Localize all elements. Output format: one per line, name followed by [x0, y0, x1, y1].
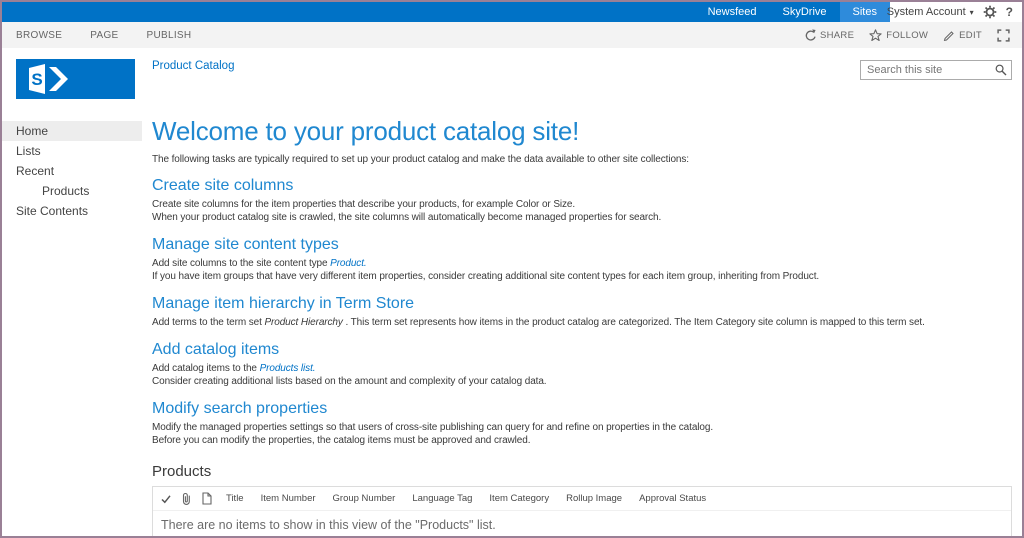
plain-text: . This term set represents how items in …	[342, 317, 925, 328]
column-header-title[interactable]: Title	[226, 493, 244, 504]
follow-label: FOLLOW	[886, 29, 929, 41]
section-line: Add catalog items to the Products list.	[152, 362, 1012, 375]
column-header-group-number[interactable]: Group Number	[333, 493, 396, 504]
edit-label: EDIT	[959, 29, 982, 41]
check-icon[interactable]	[161, 494, 171, 504]
emphasized-text: Product Hierarchy	[264, 317, 343, 328]
suite-bar: Newsfeed SkyDrive Sites System Account ▾	[2, 2, 1022, 22]
tab-browse[interactable]: BROWSE	[2, 30, 76, 41]
paperclip-icon[interactable]	[182, 492, 191, 505]
content-top-row: Product Catalog	[152, 60, 1012, 80]
column-header-language-tag[interactable]: Language Tag	[412, 493, 472, 504]
pencil-icon	[943, 29, 955, 41]
breadcrumb[interactable]: Product Catalog	[152, 60, 234, 72]
intro-text: The following tasks are typically requir…	[152, 154, 689, 165]
task-section: Manage site content types Add site column…	[152, 236, 1012, 283]
plain-text: Add terms to the term set	[152, 317, 265, 328]
suite-link-skydrive[interactable]: SkyDrive	[770, 2, 840, 22]
plain-text: When your product catalog site is crawle…	[152, 212, 662, 223]
task-section: Add catalog items Add catalog items to th…	[152, 341, 1012, 388]
account-name: System Account	[886, 6, 966, 18]
task-section: Create site columns Create site columns f…	[152, 177, 1012, 224]
tab-page[interactable]: PAGE	[76, 30, 132, 41]
task-section: Modify search properties Modify the manag…	[152, 400, 1012, 447]
share-label: SHARE	[820, 29, 855, 41]
section-line: Add terms to the term set Product Hierar…	[152, 316, 1012, 329]
sharepoint-window: Newsfeed SkyDrive Sites System Account ▾	[0, 0, 1024, 538]
section-heading-link[interactable]: Modify search properties	[152, 400, 1012, 418]
ribbon-actions: SHARE FOLLOW EDIT	[803, 28, 1022, 42]
suite-link-newsfeed[interactable]: Newsfeed	[695, 2, 770, 22]
sharepoint-logo[interactable]: S	[16, 59, 135, 99]
section-line: When your product catalog site is crawle…	[152, 211, 1012, 224]
edit-button[interactable]: EDIT	[943, 29, 982, 41]
follow-button[interactable]: FOLLOW	[869, 28, 929, 42]
column-header-rollup-image[interactable]: Rollup Image	[566, 493, 622, 504]
search-icon[interactable]	[995, 64, 1007, 76]
sidebar-item-home[interactable]: Home	[2, 121, 142, 141]
section-heading-link[interactable]: Add catalog items	[152, 341, 1012, 359]
sidebar: S Home Lists Recent Products Site Conten…	[2, 48, 142, 536]
plain-text: Consider creating additional lists based…	[152, 376, 547, 387]
ribbon-bar: BROWSE PAGE PUBLISH SHARE FOLLOW EDIT	[2, 22, 1022, 48]
tab-publish[interactable]: PUBLISH	[133, 30, 206, 41]
gear-icon[interactable]	[983, 5, 997, 19]
column-header-item-number[interactable]: Item Number	[261, 493, 316, 504]
site-search	[860, 60, 1012, 80]
share-icon	[803, 28, 816, 42]
share-button[interactable]: SHARE	[803, 28, 855, 42]
section-heading-link[interactable]: Manage item hierarchy in Term Store	[152, 295, 1012, 313]
header-icons	[161, 492, 212, 505]
left-navigation: Home Lists Recent Products Site Contents	[2, 121, 142, 221]
focus-content-icon[interactable]	[997, 28, 1010, 42]
sidebar-item-recent[interactable]: Recent	[2, 161, 142, 181]
plain-text: Modify the managed properties settings s…	[152, 422, 714, 433]
products-webpart: Products Title Item Number Group Number …	[152, 463, 1012, 536]
plain-text: Create site columns for the item propert…	[152, 199, 576, 210]
plain-text: Add site columns to the site content typ…	[152, 258, 331, 269]
plain-text: Before you can modify the properties, th…	[152, 435, 531, 446]
products-list-header: Title Item Number Group Number Language …	[153, 487, 1011, 511]
help-icon[interactable]: ?	[1006, 5, 1013, 19]
sidebar-item-site-contents[interactable]: Site Contents	[2, 201, 142, 221]
page-title: Welcome to your product catalog site!	[152, 116, 580, 146]
section-line: Before you can modify the properties, th…	[152, 434, 1012, 447]
document-icon[interactable]	[202, 492, 212, 505]
section-line: If you have item groups that have very d…	[152, 270, 1012, 283]
search-input[interactable]	[860, 60, 1012, 80]
column-header-approval-status[interactable]: Approval Status	[639, 493, 706, 504]
products-list-title: Products	[152, 463, 212, 480]
section-line: Create site columns for the item propert…	[152, 198, 1012, 211]
empty-list-message: There are no items to show in this view …	[161, 518, 496, 532]
products-list: Title Item Number Group Number Language …	[152, 486, 1012, 536]
section-line: Modify the managed properties settings s…	[152, 421, 1012, 434]
section-heading-link[interactable]: Manage site content types	[152, 236, 1012, 254]
inline-link[interactable]: Product.	[330, 258, 367, 269]
plain-text: If you have item groups that have very d…	[152, 271, 820, 282]
section-heading-link[interactable]: Create site columns	[152, 177, 1012, 195]
sidebar-item-lists[interactable]: Lists	[2, 141, 142, 161]
task-section: Manage item hierarchy in Term Store Add t…	[152, 295, 1012, 329]
chevron-down-icon: ▾	[969, 7, 974, 17]
suite-bar-account-area: System Account ▾ ?	[887, 2, 1022, 22]
svg-text:S: S	[31, 70, 42, 89]
sidebar-item-products[interactable]: Products	[2, 181, 142, 201]
task-sections: Create site columns Create site columns f…	[152, 177, 1012, 447]
section-line: Add site columns to the site content typ…	[152, 257, 1012, 270]
star-icon	[869, 28, 882, 42]
account-menu[interactable]: System Account ▾	[887, 6, 974, 18]
page-body: S Home Lists Recent Products Site Conten…	[2, 48, 1022, 536]
inline-link[interactable]: Products list.	[260, 363, 316, 374]
suite-bar-spacer	[2, 2, 695, 22]
plain-text: Add catalog items to the	[152, 363, 260, 374]
main-content: Product Catalog Welcome to your product …	[142, 48, 1022, 536]
column-header-item-category[interactable]: Item Category	[489, 493, 549, 504]
section-line: Consider creating additional lists based…	[152, 375, 1012, 388]
suite-link-sites[interactable]: Sites	[839, 2, 890, 22]
